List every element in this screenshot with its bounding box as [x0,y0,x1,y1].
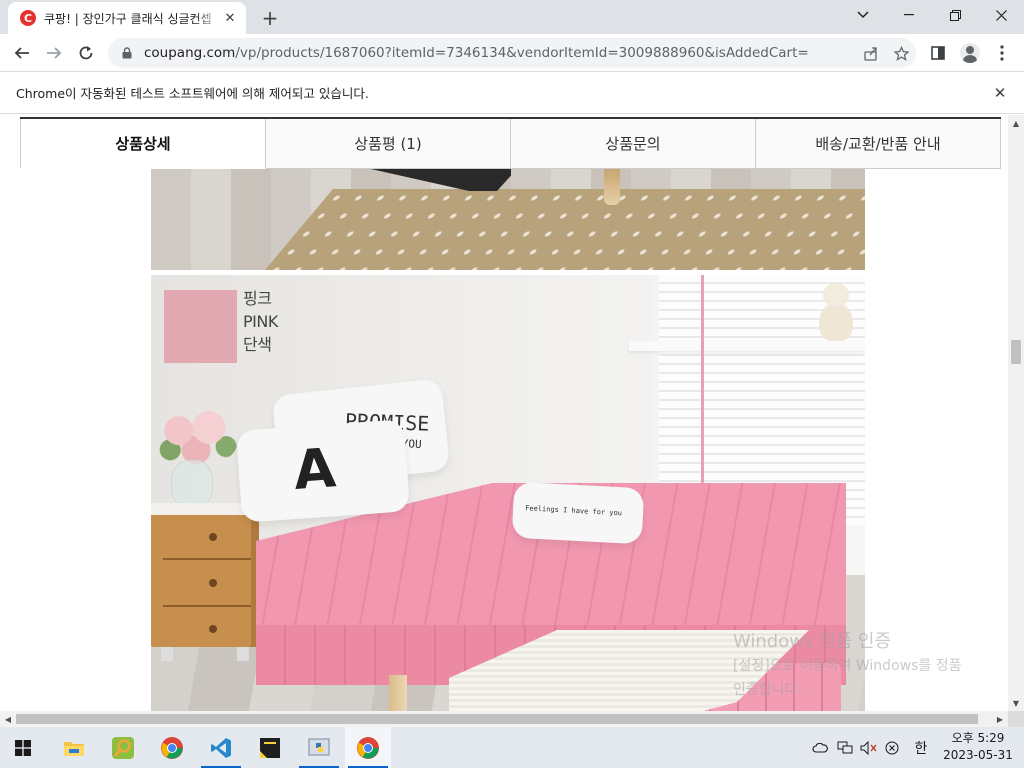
taskbar-clock[interactable]: 오후 5:29 2023-05-31 [940,730,1016,764]
map-search-app-icon[interactable] [100,727,146,768]
profile-avatar-icon[interactable] [956,39,984,67]
vertical-scrollbar[interactable]: ▲ ▼ [1008,115,1024,711]
ime-language-indicator[interactable]: 한 [910,727,932,768]
nightstand [151,503,259,647]
product-detail-tabs: 상품상세 상품평 (1) 상품문의 배송/교환/반품 안내 [20,117,1001,169]
vertical-scroll-thumb[interactable] [1011,340,1021,364]
scroll-up-arrow-icon[interactable]: ▲ [1008,115,1024,131]
back-arrow-icon[interactable] [8,39,36,67]
teddy-bear [813,283,859,343]
close-window-icon[interactable] [978,0,1024,30]
tab-title: 쿠팡! | 장인가구 클래식 싱글컨셉 [44,11,212,26]
infobar-message: Chrome이 자동화된 테스트 소프트웨어에 의해 제어되고 있습니다. [16,86,369,101]
vscode-icon[interactable] [198,727,244,768]
coupang-favicon-icon: C [20,10,36,26]
windows-taskbar: 한 오후 5:29 2023-05-31 [0,727,1024,768]
chrome-icon[interactable] [149,727,195,768]
infobar-close-icon[interactable]: ✕ [990,83,1010,103]
page-viewport: 상품상세 상품평 (1) 상품문의 배송/교환/반품 안내 핑크 PINK 단색 [0,115,1008,711]
file-explorer-icon[interactable] [51,727,97,768]
restore-icon[interactable] [932,0,978,30]
product-image-previous [151,169,865,270]
tab-shipping-returns[interactable]: 배송/교환/반품 안내 [756,119,1001,169]
lock-icon[interactable] [120,46,134,60]
color-swatch-label: 핑크 PINK 단색 [243,289,278,354]
bookmark-star-icon[interactable] [886,38,916,68]
volume-muted-icon[interactable] [858,727,880,768]
url-text: coupang.com/vp/products/1687060?itemId=7… [144,45,809,61]
minimize-icon[interactable] [886,0,932,30]
tab-close-icon[interactable]: ✕ [222,10,238,26]
tab-strip: C 쿠팡! | 장인가구 클래식 싱글컨셉 ✕ + [0,0,1024,34]
automation-infobar: Chrome이 자동화된 테스트 소프트웨어에 의해 제어되고 있습니다. ✕ [0,72,1024,114]
clock-date: 2023-05-31 [943,748,1013,762]
windows-start-icon[interactable] [0,727,46,768]
windows-activation-watermark: Windows 정품 인증 [설정]으로 이동하여 Windows를 정품 인증… [733,631,962,698]
tab-product-detail[interactable]: 상품상세 [20,119,266,169]
pillow-small-script: Feelings I have for you [511,481,645,545]
sticky-notes-icon[interactable] [247,727,293,768]
horizontal-scrollbar[interactable]: ◀ ▶ [0,711,1008,727]
clock-time: 오후 5:29 [951,731,1005,745]
pillow-letter-a: A [235,419,411,523]
side-panel-icon[interactable] [924,39,952,67]
tab-product-inquiry[interactable]: 상품문의 [511,119,756,169]
scroll-left-arrow-icon[interactable]: ◀ [0,711,16,727]
chrome-active-icon[interactable] [345,727,391,768]
address-bar[interactable]: coupang.com/vp/products/1687060?itemId=7… [108,38,916,68]
scrollbar-corner [1008,711,1024,727]
browser-tab[interactable]: C 쿠팡! | 장인가구 클래식 싱글컨셉 ✕ [8,2,246,34]
forward-arrow-icon[interactable] [40,39,68,67]
new-tab-icon[interactable]: + [258,6,282,30]
reload-icon[interactable] [72,39,100,67]
onedrive-cloud-icon[interactable] [810,727,830,768]
color-swatch [164,290,237,363]
notification-off-icon[interactable] [882,727,902,768]
horizontal-scroll-thumb[interactable] [16,714,978,724]
browser-toolbar: coupang.com/vp/products/1687060?itemId=7… [0,34,1024,72]
scroll-right-arrow-icon[interactable]: ▶ [992,711,1008,727]
scroll-down-arrow-icon[interactable]: ▼ [1008,695,1024,711]
tab-product-reviews[interactable]: 상품평 (1) [266,119,511,169]
network-icon[interactable] [834,727,856,768]
tab-search-chevron-icon[interactable] [840,0,886,30]
menu-dots-icon[interactable] [988,39,1016,67]
python-idle-icon[interactable] [296,727,342,768]
share-icon[interactable] [856,38,886,68]
